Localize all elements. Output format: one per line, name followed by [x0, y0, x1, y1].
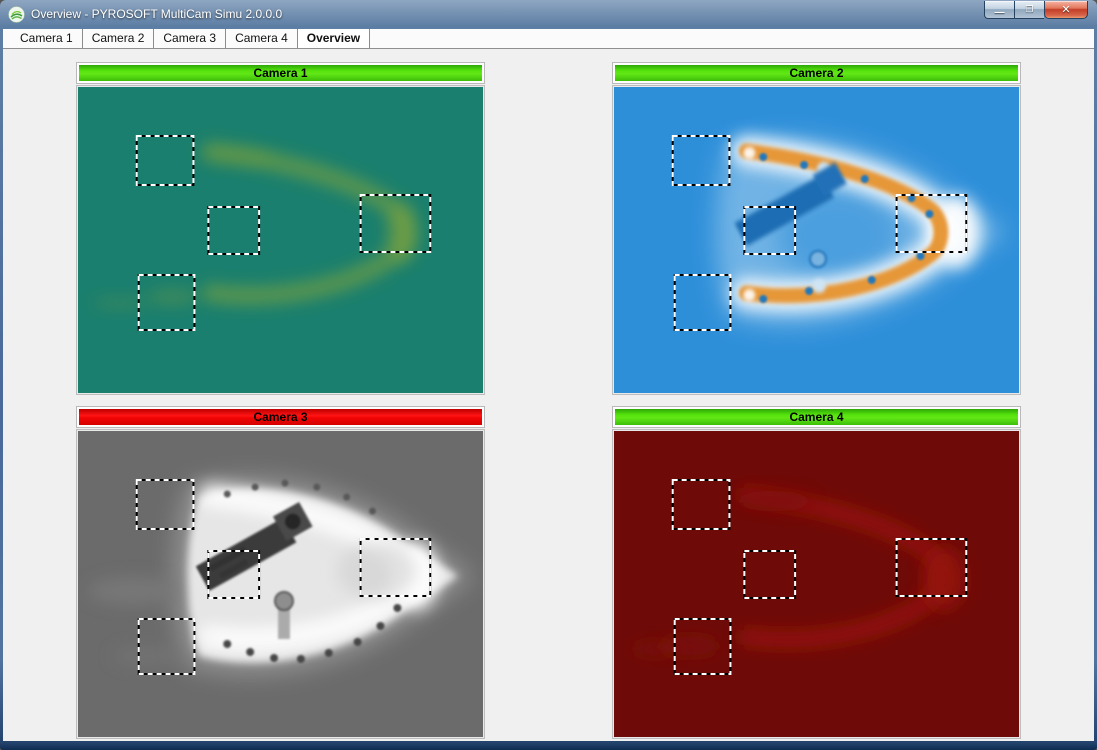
- overview-grid: Camera 1: [3, 49, 1094, 740]
- close-button[interactable]: ✕: [1044, 1, 1088, 19]
- camera-panel-1: Camera 1: [77, 63, 484, 397]
- close-icon: ✕: [1061, 3, 1070, 16]
- minimize-button[interactable]: —: [984, 1, 1014, 19]
- tab-camera-1[interactable]: Camera 1: [11, 29, 83, 48]
- app-window: Overview - PYROSOFT MultiCam Simu 2.0.0.…: [0, 0, 1097, 750]
- tab-camera-4[interactable]: Camera 4: [226, 29, 298, 48]
- tab-bar: Camera 1 Camera 2 Camera 3 Camera 4 Over…: [3, 29, 1094, 49]
- camera-4-view[interactable]: [613, 430, 1020, 738]
- tab-overview[interactable]: Overview: [298, 29, 370, 48]
- maximize-button[interactable]: ❐: [1014, 1, 1044, 19]
- app-icon: [8, 6, 25, 23]
- camera-2-status-header: Camera 2: [613, 63, 1020, 83]
- camera-3-status-header: Camera 3: [77, 407, 484, 427]
- app-body: Camera 1 Camera 2 Camera 3 Camera 4 Over…: [3, 29, 1094, 741]
- camera-3-view[interactable]: [77, 430, 484, 738]
- camera-1-status-header: Camera 1: [77, 63, 484, 83]
- camera-1-view[interactable]: [77, 86, 484, 394]
- camera-2-view[interactable]: [613, 86, 1020, 394]
- camera-panel-4: Camera 4: [613, 407, 1020, 741]
- window-controls: — ❐ ✕: [984, 1, 1088, 19]
- camera-4-status-header: Camera 4: [613, 407, 1020, 427]
- tab-camera-3[interactable]: Camera 3: [154, 29, 226, 48]
- minimize-icon: —: [995, 7, 1005, 18]
- maximize-icon: ❐: [1025, 4, 1033, 15]
- camera-panel-2: Camera 2: [613, 63, 1020, 397]
- camera-panel-3: Camera 3: [77, 407, 484, 741]
- title-bar: Overview - PYROSOFT MultiCam Simu 2.0.0.…: [0, 0, 1097, 29]
- window-title: Overview - PYROSOFT MultiCam Simu 2.0.0.…: [31, 7, 282, 21]
- tab-camera-2[interactable]: Camera 2: [83, 29, 155, 48]
